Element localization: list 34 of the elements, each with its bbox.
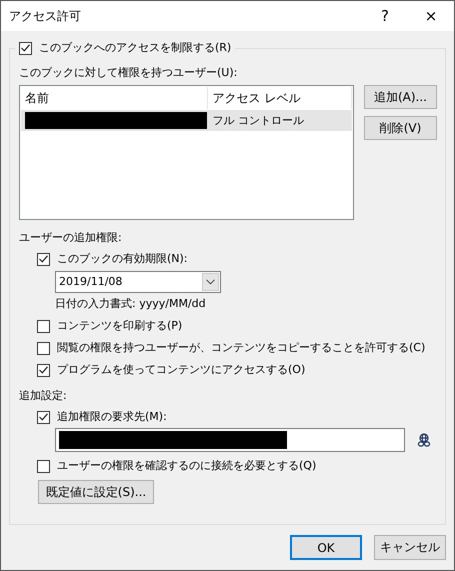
- users-list[interactable]: 名前 アクセス レベル フル コントロール: [19, 85, 354, 220]
- ok-button[interactable]: OK: [290, 535, 362, 560]
- checkbox[interactable]: [37, 342, 50, 354]
- users-label: このブックに対して権限を持つユーザー(U):: [19, 65, 238, 81]
- cancel-button[interactable]: キャンセル: [374, 535, 446, 560]
- format-hint: 日付の入力書式: yyyy/MM/dd: [55, 296, 206, 312]
- checkbox[interactable]: [19, 42, 32, 54]
- close-button[interactable]: ×: [408, 1, 454, 31]
- remove-button[interactable]: 削除(V): [364, 116, 437, 140]
- checkbox[interactable]: [37, 460, 50, 472]
- section-label: 追加設定:: [19, 388, 67, 404]
- checkbox-label: このブックへのアクセスを制限する(R): [39, 40, 232, 56]
- checkbox[interactable]: [37, 320, 50, 332]
- table-cell: フル コントロール: [212, 112, 304, 128]
- checkbox[interactable]: [37, 410, 50, 424]
- input-field[interactable]: [55, 428, 405, 452]
- help-button[interactable]: ?: [362, 1, 408, 31]
- checkbox-label: プログラムを使ってコンテンツにアクセスする(O): [57, 362, 306, 378]
- checkbox-label: コンテンツを印刷する(P): [57, 318, 182, 334]
- dropdown-button[interactable]: [202, 273, 219, 291]
- checkbox-label: 追加権限の要求先(M):: [57, 409, 167, 425]
- set-default-button[interactable]: 既定値に設定(S)...: [38, 480, 154, 504]
- globe-link-icon[interactable]: [417, 433, 431, 447]
- checkbox-label: ユーザーの権限を確認するのに接続を必要とする(Q): [57, 458, 316, 474]
- section-label: ユーザーの追加権限:: [19, 230, 122, 246]
- list-row[interactable]: フル コントロール: [21, 110, 352, 131]
- add-button[interactable]: 追加(A)...: [364, 85, 437, 109]
- checkbox[interactable]: [37, 252, 50, 266]
- checkbox-label: 閲覧の権限を持つユーザーが、コンテンツをコピーすることを許可する(C): [57, 340, 426, 356]
- checkbox[interactable]: [37, 364, 50, 376]
- window-title: アクセス許可: [9, 8, 82, 24]
- checkbox-label: このブックの有効期限(N):: [57, 251, 188, 267]
- date-dropdown[interactable]: 2019/11/08: [55, 271, 221, 293]
- chevron-down-icon: [206, 279, 215, 285]
